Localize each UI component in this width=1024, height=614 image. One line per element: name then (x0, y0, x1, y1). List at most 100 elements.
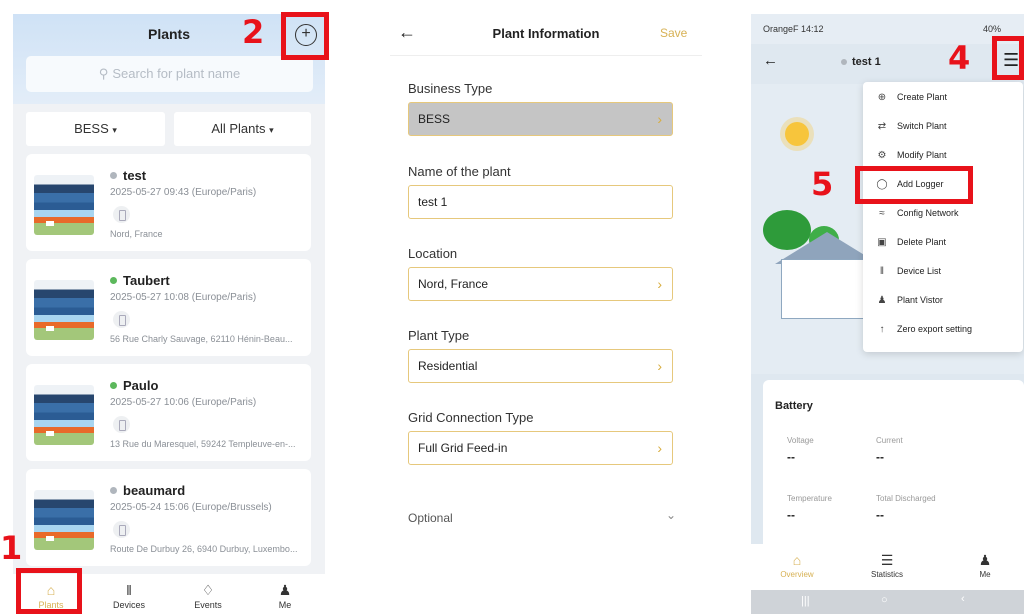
plant-thumbnail (34, 175, 94, 235)
plant-name: beaumard (110, 483, 185, 498)
search-placeholder: Search for plant name (112, 66, 241, 81)
plant-type-field[interactable]: Residential › (408, 349, 673, 383)
search-input[interactable]: ⚲ Search for plant name (26, 56, 313, 92)
tab-me[interactable]: ♟ Me (955, 544, 1015, 584)
plants-screen: Plants ⚲ Search for plant name BESS ▾ All… (13, 14, 325, 614)
menu-item-plant-visitor[interactable]: ♟ Plant Vistor (875, 295, 943, 306)
overview-header: ← test 1 ☰ (751, 44, 1024, 84)
plant-name: Taubert (110, 273, 170, 288)
location-field[interactable]: Nord, France › (408, 267, 673, 301)
menu-item-create-plant[interactable]: ⊕ Create Plant (875, 92, 947, 103)
temperature-label: Temperature (787, 494, 832, 503)
page-title: Plant Information (492, 26, 600, 41)
user-icon: ♟ (978, 552, 992, 568)
business-type-field: BESS › (408, 102, 673, 136)
home-button-icon[interactable]: ○ (881, 594, 888, 606)
save-button[interactable]: Save (660, 26, 687, 40)
battery-card: Battery Voltage -- Current -- Temperatur… (763, 380, 1024, 556)
business-type-filter[interactable]: BESS ▾ (26, 112, 165, 146)
menu-item-delete-plant[interactable]: ▣ Delete Plant (875, 237, 946, 248)
plant-name-label: Name of the plant (408, 164, 511, 179)
page-title: Plants (147, 26, 190, 42)
visitor-icon: ♟ (877, 295, 887, 306)
chevron-right-icon: › (657, 440, 662, 456)
temperature-value: -- (787, 508, 795, 522)
step-marker-4: 4 (948, 39, 971, 77)
plant-name-field[interactable]: test 1 (408, 185, 673, 219)
plant-address: 56 Rue Charly Sauvage, 62110 Hénin-Beau.… (110, 334, 293, 344)
devices-icon: ‖ (126, 582, 132, 598)
chevron-down-icon[interactable]: ⌄ (666, 508, 676, 522)
settings-icon: ⚙ (877, 150, 887, 161)
plant-thumbnail (34, 385, 94, 445)
grid-connection-label: Grid Connection Type (408, 410, 534, 425)
grid-connection-field[interactable]: Full Grid Feed-in › (408, 431, 673, 465)
discharged-value: -- (876, 508, 884, 522)
plant-name: test (110, 168, 146, 183)
plant-card-beaumard[interactable]: beaumard 2025-05-24 15:06 (Europe/Brusse… (26, 469, 311, 566)
overview-screen: OrangeF 14:12 40% ← test 1 ☰ ⊕ Create Pla… (751, 14, 1024, 614)
battery-status: 40% (983, 24, 1001, 34)
chevron-right-icon: › (657, 276, 662, 292)
tab-events[interactable]: ♢ Events (178, 574, 238, 614)
plant-scope-filter[interactable]: All Plants ▾ (174, 112, 311, 146)
plant-selector[interactable]: test 1 (841, 56, 881, 68)
optional-section-toggle[interactable]: Optional (408, 511, 453, 525)
trash-icon: ▣ (877, 237, 887, 248)
tab-overview[interactable]: ⌂ Overview (767, 544, 827, 584)
carrier-time: OrangeF 14:12 (763, 24, 824, 34)
plant-date: 2025-05-24 15:06 (Europe/Brussels) (110, 502, 272, 513)
overview-tab-bar: ⌂ Overview ☰ Statistics ♟ Me (751, 544, 1024, 590)
status-dot (110, 487, 117, 494)
device-list-icon: ‖ (879, 266, 885, 277)
plant-date: 2025-05-27 10:08 (Europe/Paris) (110, 292, 257, 303)
back-button-icon[interactable]: ‹ (961, 593, 965, 605)
location-label: Location (408, 246, 458, 261)
business-type-label: Business Type (408, 81, 493, 96)
plant-address: Route De Durbuy 26, 6940 Durbuy, Luxembo… (110, 544, 298, 554)
status-dot (110, 382, 117, 389)
search-icon: ⚲ (98, 66, 109, 81)
plant-date: 2025-05-27 09:43 (Europe/Paris) (110, 187, 257, 198)
battery-icon (113, 521, 130, 538)
wifi-icon: ≈ (879, 208, 885, 219)
plant-info-header: ← Plant Information Save (390, 14, 702, 56)
menu-item-device-list[interactable]: ‖ Device List (875, 266, 941, 277)
plant-address: 13 Rue du Maresquel, 59242 Templeuve-en-… (110, 439, 296, 449)
back-arrow-icon[interactable]: ← (763, 52, 778, 69)
current-value: -- (876, 450, 884, 464)
menu-item-switch-plant[interactable]: ⇄ Switch Plant (875, 121, 947, 132)
house-icon (781, 259, 871, 319)
voltage-value: -- (787, 450, 795, 464)
chevron-right-icon: › (657, 358, 662, 374)
tab-statistics[interactable]: ☰ Statistics (857, 544, 917, 584)
filter-type-label: BESS (74, 121, 109, 136)
battery-icon (113, 416, 130, 433)
plant-card-test[interactable]: test 2025-05-27 09:43 (Europe/Paris) Nor… (26, 154, 311, 251)
zero-export-icon: ↑ (879, 324, 885, 335)
status-dot (110, 277, 117, 284)
chevron-down-icon: ▾ (269, 125, 274, 135)
plant-card-taubert[interactable]: Taubert 2025-05-27 10:08 (Europe/Paris) … (26, 259, 311, 356)
step-marker-2: 2 (242, 13, 265, 51)
chevron-down-icon: ▾ (112, 125, 117, 135)
discharged-label: Total Discharged (876, 494, 936, 503)
status-dot (110, 172, 117, 179)
menu-item-zero-export[interactable]: ↑ Zero export setting (875, 324, 973, 335)
step-marker-5: 5 (811, 165, 834, 203)
plants-header: Plants ⚲ Search for plant name (13, 14, 325, 104)
plant-thumbnail (34, 280, 94, 340)
tab-devices[interactable]: ‖ Devices (99, 574, 159, 614)
step-marker-1: 1 (0, 529, 23, 567)
highlight-box-add-plant (281, 12, 329, 60)
switch-icon: ⇄ (877, 121, 887, 132)
android-nav-bar: ||| ○ ‹ (751, 590, 1024, 614)
menu-item-config-network[interactable]: ≈ Config Network (875, 208, 958, 219)
recent-apps-icon[interactable]: ||| (801, 595, 810, 607)
tab-me[interactable]: ♟ Me (255, 574, 315, 614)
statistics-icon: ☰ (880, 552, 894, 568)
chevron-right-icon: › (657, 111, 662, 127)
plant-card-paulo[interactable]: Paulo 2025-05-27 10:06 (Europe/Paris) 13… (26, 364, 311, 461)
highlight-box-plants-tab (16, 568, 82, 614)
menu-item-modify-plant[interactable]: ⚙ Modify Plant (875, 150, 947, 161)
